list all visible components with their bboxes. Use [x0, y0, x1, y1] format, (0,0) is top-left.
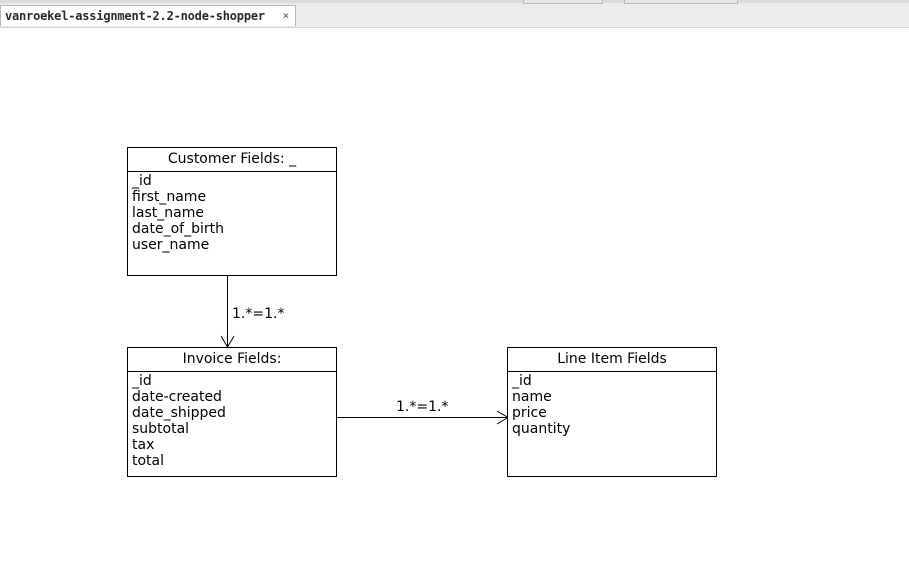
- multiplicity-label-customer-invoice: 1.*=1.*: [232, 306, 285, 322]
- class-box-invoice[interactable]: Invoice Fields: _id date-created date_sh…: [127, 347, 337, 477]
- class-field: first_name: [132, 189, 207, 205]
- class-field: total: [132, 453, 165, 469]
- class-field-list: _id name price quantity: [508, 372, 716, 438]
- class-title: Line Item Fields: [508, 348, 716, 372]
- class-title: Invoice Fields:: [128, 348, 336, 372]
- class-field: last_name: [132, 205, 204, 221]
- class-field: date-created: [132, 389, 222, 405]
- association-lines: [220, 275, 509, 425]
- class-field: name: [512, 389, 552, 405]
- class-box-customer[interactable]: Customer Fields: _ _id first_name last_n…: [127, 147, 337, 276]
- class-field: subtotal: [132, 421, 190, 437]
- class-field-list: _id first_name last_name date_of_birth u…: [128, 172, 336, 254]
- class-title: Customer Fields: _: [128, 148, 336, 172]
- class-field: _id: [132, 173, 152, 189]
- diagram-canvas[interactable]: Customer Fields: _ _id first_name last_n…: [0, 27, 909, 587]
- class-field: _id: [512, 373, 532, 389]
- class-field: price: [512, 405, 547, 421]
- toolbar-button[interactable]: [624, 0, 738, 4]
- class-field: _id: [132, 373, 152, 389]
- close-icon[interactable]: ×: [283, 9, 290, 22]
- toolbar-strip: [0, 0, 909, 3]
- multiplicity-label-invoice-lineitem: 1.*=1.*: [396, 399, 449, 415]
- class-field-list: _id date-created date_shipped subtotal t…: [128, 372, 336, 470]
- diagram-tab-title: vanroekel-assignment-2.2-node-shopper: [5, 9, 265, 23]
- editor-tab-bar: vanroekel-assignment-2.2-node-shopper ×: [0, 0, 909, 28]
- class-field: tax: [132, 437, 155, 453]
- toolbar-button[interactable]: [523, 0, 603, 4]
- class-field: user_name: [132, 237, 210, 253]
- class-field: date_of_birth: [132, 221, 224, 237]
- diagram-tab[interactable]: vanroekel-assignment-2.2-node-shopper ×: [0, 5, 296, 26]
- class-field: quantity: [512, 421, 571, 437]
- class-box-lineitem[interactable]: Line Item Fields _id name price quantity: [507, 347, 717, 477]
- class-field: date_shipped: [132, 405, 226, 421]
